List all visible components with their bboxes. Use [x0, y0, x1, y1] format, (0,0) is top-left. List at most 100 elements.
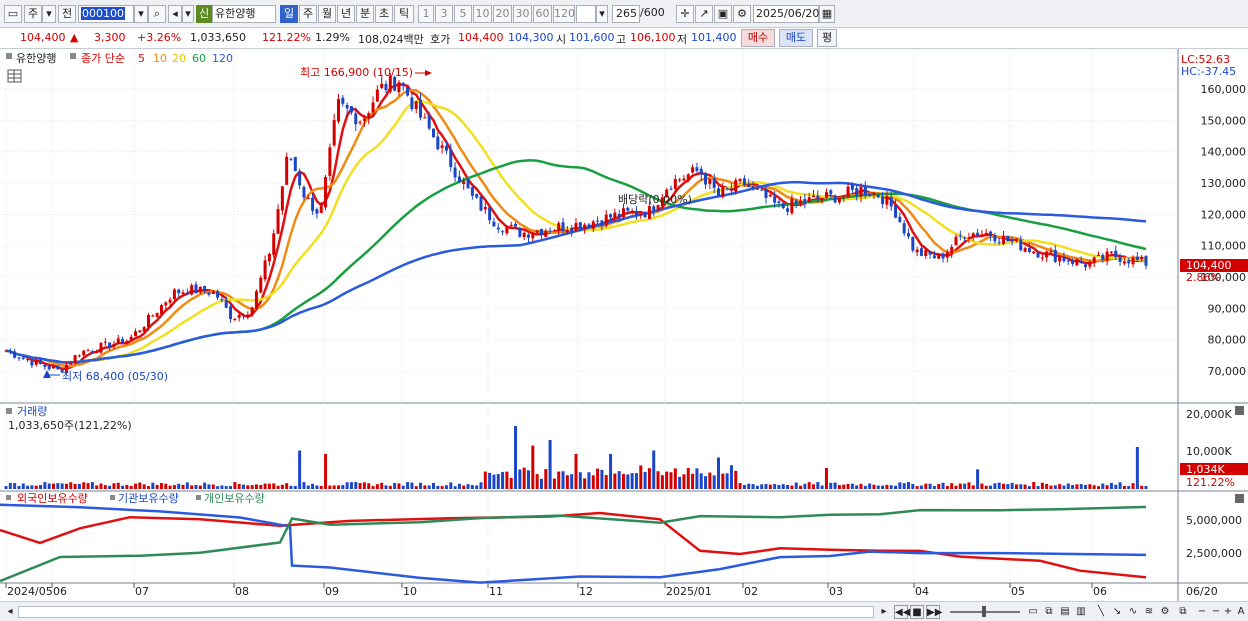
candle-body [734, 180, 738, 192]
zoom-out-icon[interactable]: − [1196, 605, 1208, 619]
volume-bar [919, 485, 923, 489]
chart-canvas[interactable]: 유한양행 종가 단순 5 10 20 60 120 LC:52.63 HC:-3… [0, 49, 1248, 601]
candle-body [1088, 261, 1092, 267]
window-icon[interactable]: ▥ [1074, 605, 1088, 619]
interval-10[interactable]: 10 [473, 5, 492, 23]
volume-bar [824, 468, 828, 489]
candle-body [380, 83, 384, 89]
interval-60[interactable]: 60 [533, 5, 552, 23]
low-price: 101,400 [691, 31, 737, 44]
candle-body [207, 292, 211, 295]
crosshair-icon[interactable]: ✛ [676, 5, 694, 23]
data-count-total-label: /600 [640, 6, 665, 19]
scroll-track[interactable] [18, 606, 874, 618]
fib-tool-icon[interactable]: ≋ [1142, 605, 1156, 619]
wave-tool-icon[interactable]: ∿ [1126, 605, 1140, 619]
candle-body [453, 167, 457, 178]
code-dropdown-icon[interactable]: ▾ [134, 5, 148, 23]
price-y-tick: 160,000 [1201, 83, 1247, 96]
eval-button[interactable]: 평 [817, 29, 837, 47]
timeframe-year[interactable]: 년 [337, 5, 355, 23]
timeframe-week[interactable]: 주 [299, 5, 317, 23]
data-count-input[interactable]: 265 [612, 5, 640, 23]
rewind-icon[interactable]: ◀◀ [894, 605, 910, 619]
volume-bar [535, 474, 539, 489]
volume-panel-close-icon[interactable] [1235, 406, 1244, 415]
zoom-plus-icon[interactable]: + [1222, 605, 1234, 619]
bid-price: 104,300 [508, 31, 554, 44]
candle-body [168, 299, 172, 303]
date-input[interactable]: 2025/06/20 [753, 5, 819, 23]
interval-1[interactable]: 1 [418, 5, 434, 23]
candle-body [518, 227, 522, 237]
volume-value: 1,033,650 [190, 31, 246, 44]
turnover-pct: 1.29% [315, 31, 350, 44]
buy-button[interactable]: 매수 [741, 29, 775, 47]
stock-chart[interactable]: 유한양행 종가 단순 5 10 20 60 120 LC:52.63 HC:-3… [0, 49, 1248, 601]
sell-button[interactable]: 매도 [779, 29, 813, 47]
auto-scale-icon[interactable]: A [1235, 605, 1247, 619]
prev-button[interactable]: 전 [58, 5, 76, 23]
volume-bar [989, 485, 993, 489]
x-axis-label: 09 [325, 585, 339, 598]
split-icon[interactable]: ▤ [1058, 605, 1072, 619]
period-toggle[interactable]: 주 [24, 5, 42, 23]
candle-body [181, 292, 185, 294]
interval-20[interactable]: 20 [493, 5, 512, 23]
stock-code-input[interactable]: 000100 [78, 5, 134, 23]
candle-body [669, 188, 673, 190]
timeframe-day[interactable]: 일 [280, 5, 298, 23]
scroll-right-icon[interactable]: ▸ [878, 605, 890, 619]
trend-tool-icon[interactable]: ↘ [1110, 605, 1124, 619]
timeframe-second[interactable]: 초 [375, 5, 393, 23]
gear-icon[interactable]: ⚙ [733, 5, 751, 23]
timeframe-minute[interactable]: 분 [356, 5, 374, 23]
candle-body [863, 187, 867, 196]
candle-body [937, 254, 941, 259]
volume-bar [1010, 482, 1014, 489]
volume-bar [609, 454, 613, 489]
stock-name-field[interactable]: 유한양행 [212, 5, 276, 23]
holding-panel-close-icon[interactable] [1235, 494, 1244, 503]
interval-3[interactable]: 3 [435, 5, 453, 23]
candle-body [1002, 235, 1005, 244]
volume-bar [47, 483, 51, 489]
volume-bar [388, 485, 392, 489]
layout-icon[interactable]: ▭ [1026, 605, 1040, 619]
calendar-icon[interactable]: ▦ [819, 5, 835, 23]
copy-icon[interactable]: ⧉ [1042, 605, 1056, 619]
window-layout-icon[interactable]: ▭ [4, 5, 22, 23]
timeframe-month[interactable]: 월 [318, 5, 336, 23]
chart-options-icon[interactable]: ⧉ [1176, 605, 1190, 619]
timeframe-tick[interactable]: 틱 [394, 5, 414, 23]
candle-body [989, 231, 993, 236]
candle-body [561, 222, 565, 231]
sound-dropdown-icon[interactable]: ▾ [182, 5, 194, 23]
volume-bar [444, 485, 448, 489]
candle-body [280, 186, 284, 211]
line-tool-icon[interactable]: ╲ [1094, 605, 1108, 619]
candle-body [885, 195, 889, 205]
sound-icon[interactable]: ◂ [168, 5, 182, 23]
zoom-slider-handle[interactable] [982, 606, 986, 617]
scroll-left-icon[interactable]: ◂ [4, 605, 16, 619]
candle-body [548, 230, 552, 232]
candle-body [855, 188, 859, 196]
interval-120[interactable]: 120 [553, 5, 575, 23]
volume-bar [34, 485, 38, 489]
custom-interval-input[interactable] [576, 5, 596, 23]
interval-30[interactable]: 30 [513, 5, 532, 23]
candle-body [293, 156, 297, 172]
search-icon[interactable]: ⌕ [148, 5, 166, 23]
save-icon[interactable]: ▣ [714, 5, 732, 23]
draw-tool-icon[interactable]: ↗ [695, 5, 713, 23]
drawing-settings-icon[interactable]: ⚙ [1158, 605, 1172, 619]
custom-interval-dropdown-icon[interactable]: ▾ [596, 5, 608, 23]
interval-5[interactable]: 5 [454, 5, 472, 23]
fast-forward-icon[interactable]: ▶▶ [926, 605, 942, 619]
chart-scrollbar[interactable]: ◂ ▸ ◀◀ ■ ▶▶ ▭ ⧉ ▤ ▥ ╲ ↘ ∿ ≋ ⚙ ⧉ − − + A [0, 601, 1248, 621]
period-dropdown-icon[interactable]: ▾ [42, 5, 56, 23]
zoom-in-icon[interactable]: − [1210, 605, 1222, 619]
candle-body [47, 366, 51, 370]
stop-icon[interactable]: ■ [910, 605, 924, 619]
